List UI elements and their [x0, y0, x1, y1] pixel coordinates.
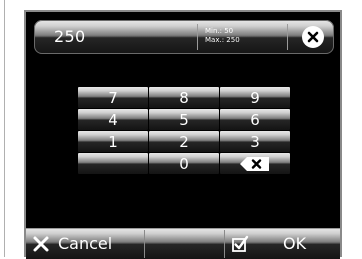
header-divider — [287, 24, 288, 50]
key-6[interactable]: 6 — [220, 109, 290, 130]
key-0[interactable]: 0 — [149, 153, 219, 174]
footer-divider — [144, 230, 145, 258]
max-label: Max.: 250 — [205, 36, 240, 44]
clear-icon — [307, 31, 319, 43]
window-edge-line — [4, 0, 5, 257]
entry-value[interactable]: 250 — [54, 27, 85, 46]
min-label: Min.: 50 — [205, 27, 234, 35]
key-label: 2 — [179, 132, 189, 151]
ok-label: OK — [283, 234, 307, 253]
key-9[interactable]: 9 — [220, 87, 290, 108]
header-divider — [197, 24, 198, 50]
cancel-x-icon — [33, 236, 49, 251]
key-4[interactable]: 4 — [78, 109, 148, 130]
key-2[interactable]: 2 — [149, 131, 219, 152]
check-box-icon — [232, 235, 249, 252]
key-label: 1 — [108, 132, 118, 151]
key-7[interactable]: 7 — [78, 87, 148, 108]
ok-button[interactable]: OK — [225, 228, 340, 259]
footer-bar: Cancel OK — [26, 228, 340, 259]
key-label: 8 — [179, 88, 189, 107]
key-label: 0 — [179, 154, 189, 173]
backspace-icon — [240, 156, 269, 171]
numeric-keypad-dialog: 250 Min.: 50 Max.: 250 7 8 9 4 5 6 1 2 3… — [24, 10, 342, 259]
key-8[interactable]: 8 — [149, 87, 219, 108]
key-1[interactable]: 1 — [78, 131, 148, 152]
key-blank — [78, 153, 148, 174]
backspace-key[interactable] — [220, 153, 290, 174]
clear-button[interactable] — [302, 26, 324, 48]
key-label: 5 — [179, 110, 189, 129]
key-label: 9 — [250, 88, 260, 107]
entry-header: 250 Min.: 50 Max.: 250 — [34, 20, 334, 54]
key-label: 4 — [108, 110, 118, 129]
key-5[interactable]: 5 — [149, 109, 219, 130]
key-label: 3 — [250, 132, 260, 151]
key-3[interactable]: 3 — [220, 131, 290, 152]
cancel-button[interactable]: Cancel — [26, 228, 144, 259]
cancel-label: Cancel — [58, 234, 113, 253]
key-label: 7 — [108, 88, 118, 107]
key-label: 6 — [250, 110, 260, 129]
